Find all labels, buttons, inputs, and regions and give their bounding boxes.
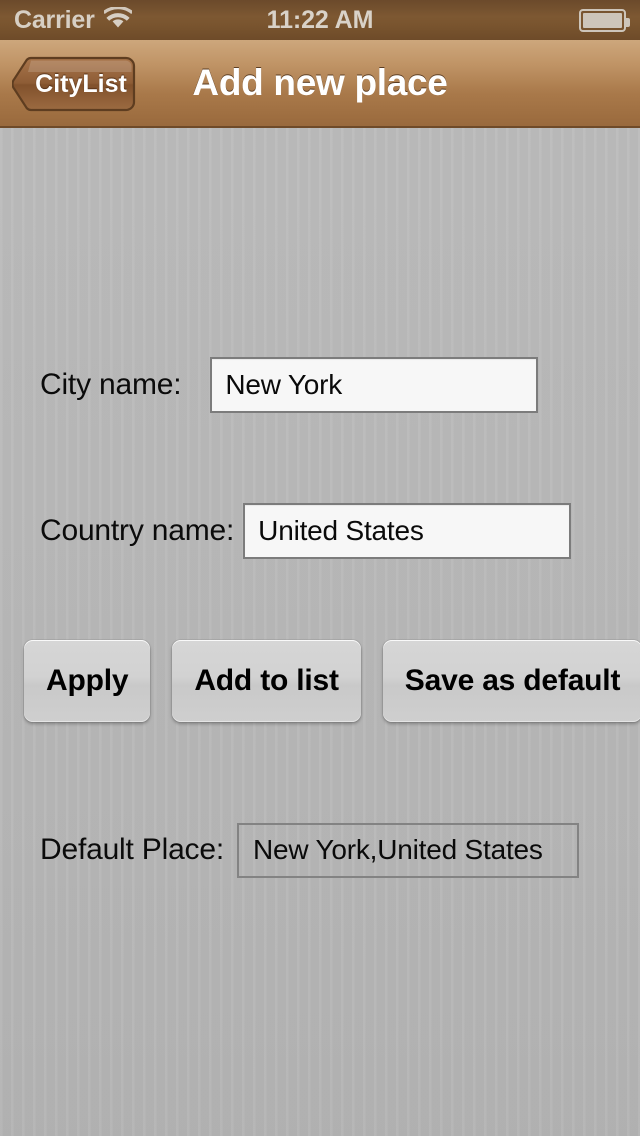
battery-fill	[583, 12, 622, 28]
status-bar-right	[579, 0, 630, 40]
default-place-label: Default Place:	[40, 833, 224, 866]
default-place-value: New York,United States	[236, 822, 579, 878]
country-name-input[interactable]: United States	[243, 503, 572, 559]
page-title: Add new place	[192, 62, 448, 103]
city-name-label: City name:	[40, 368, 182, 401]
city-name-input[interactable]: New York	[210, 357, 539, 413]
navigation-bar: CityList Add new place	[0, 40, 640, 128]
default-place-row: Default Place: New York,United States	[40, 822, 579, 878]
save-as-default-button[interactable]: Save as default	[382, 640, 640, 722]
add-to-list-button[interactable]: Add to list	[172, 640, 361, 722]
app-screen: Carrier 11:22 AM CityList Add new place …	[0, 0, 640, 1136]
city-name-row: City name: New York	[40, 357, 539, 413]
battery-full-icon	[579, 8, 630, 32]
content-area: City name: New York Country name: United…	[0, 128, 640, 1136]
status-bar-clock: 11:22 AM	[266, 6, 374, 34]
country-name-row: Country name: United States	[40, 503, 572, 559]
action-button-row: Apply Add to list Save as default	[24, 640, 640, 722]
apply-button[interactable]: Apply	[24, 640, 151, 722]
status-bar: Carrier 11:22 AM	[0, 0, 640, 40]
country-name-label: Country name:	[40, 514, 235, 547]
